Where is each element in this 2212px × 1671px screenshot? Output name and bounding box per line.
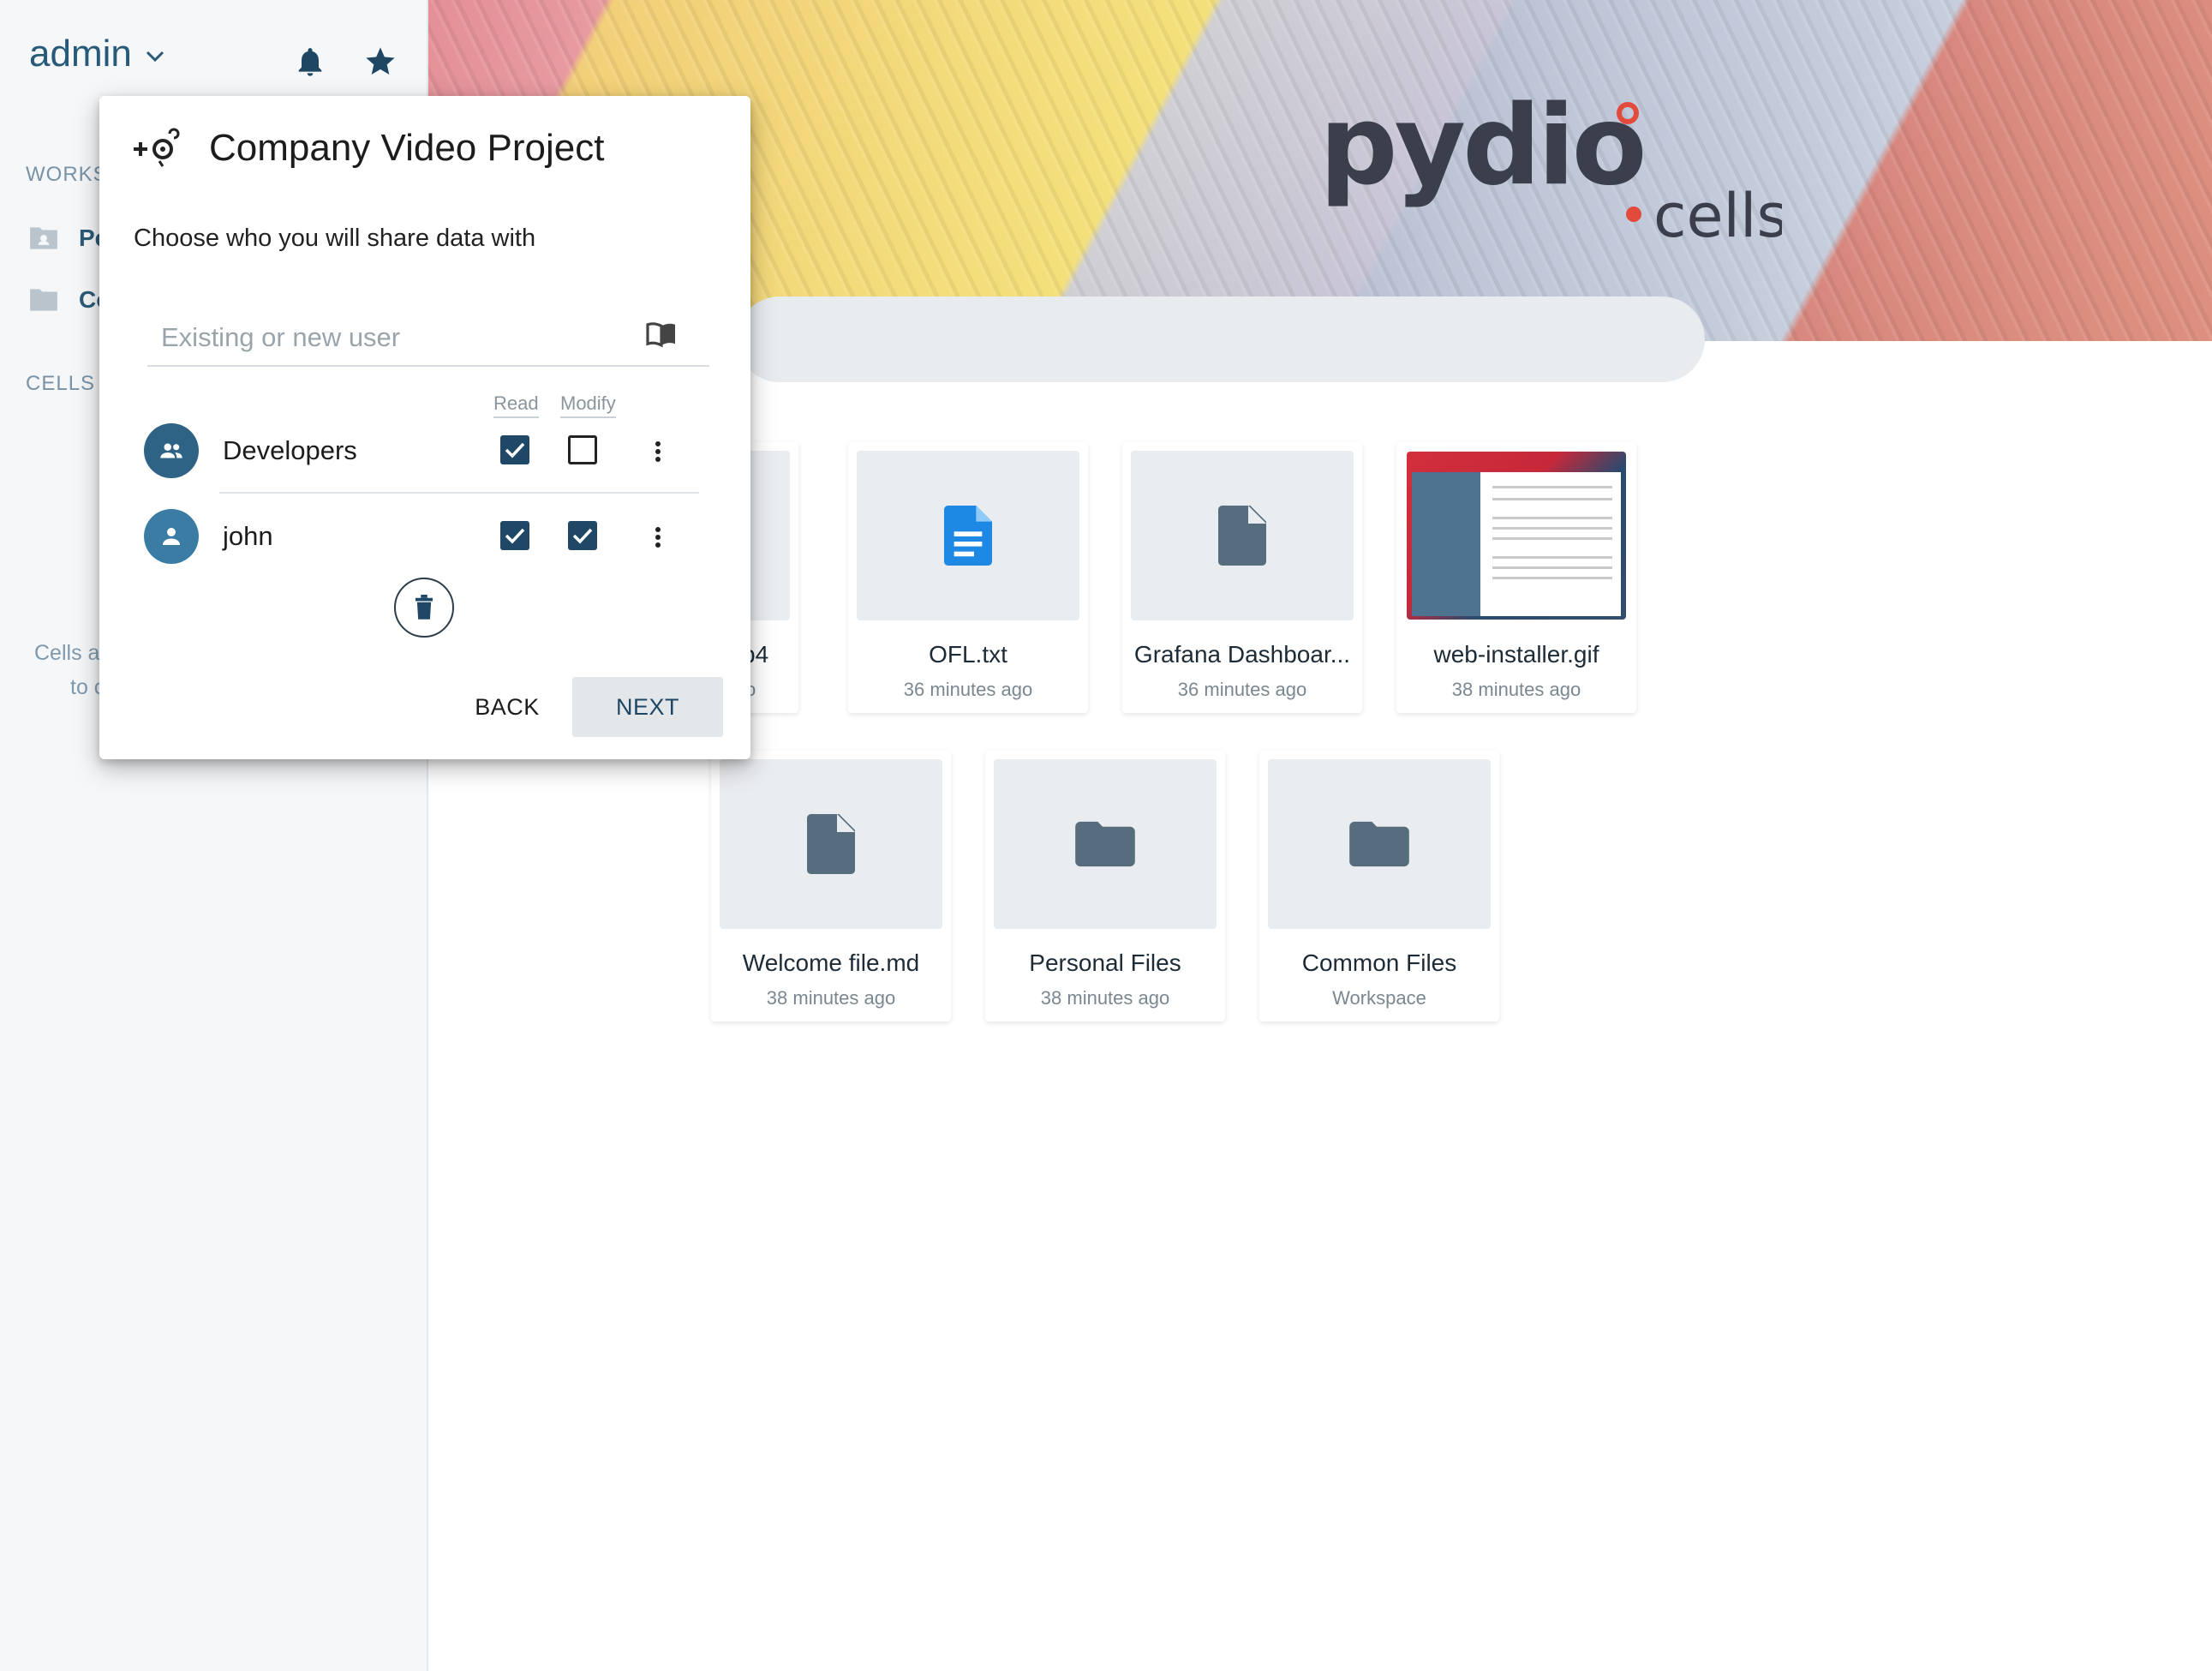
logo-sub-text: cells (1653, 181, 1782, 251)
file-meta: 38 minutes ago (1451, 679, 1581, 700)
check-icon (505, 442, 525, 458)
file-meta: 38 minutes ago (766, 987, 896, 1009)
file-icon (1218, 506, 1266, 566)
file-card[interactable]: Personal Files 38 minutes ago (985, 751, 1225, 1021)
file-name: Personal Files (1029, 949, 1181, 976)
cells-heading: CELLS (26, 372, 96, 395)
file-name: Common Files (1301, 949, 1457, 976)
cells-empty-note: Cells a to c (34, 636, 105, 704)
row-divider (219, 492, 699, 494)
file-card[interactable]: web-installer.gif 38 minutes ago (1396, 442, 1636, 713)
dialog-title: Company Video Project (209, 127, 605, 169)
file-card[interactable]: Grafana Dashboar... 36 minutes ago (1122, 442, 1362, 713)
share-dialog: Company Video Project Choose who you wil… (99, 96, 750, 759)
user-search-input[interactable] (147, 314, 709, 367)
file-name: OFL.txt (929, 641, 1007, 668)
workspaces-heading: WORKS (26, 163, 108, 186)
file-meta: 36 minutes ago (1177, 679, 1307, 700)
back-button[interactable]: BACK (439, 677, 576, 737)
text-document-icon (944, 506, 992, 566)
file-thumbnail (1268, 759, 1491, 929)
modify-column-header: Modify (560, 392, 616, 418)
john-read-checkbox[interactable] (500, 521, 529, 550)
sidebar-item-personal[interactable]: Pe (27, 225, 108, 252)
note-line: Cells a (34, 641, 100, 665)
user-menu[interactable]: admin (29, 33, 164, 75)
file-thumbnail (994, 759, 1217, 929)
group-avatar (144, 423, 199, 478)
file-thumbnail (857, 451, 1079, 620)
file-name: Welcome file.md (742, 949, 920, 976)
trash-icon (415, 595, 433, 620)
check-icon (572, 528, 593, 544)
folder-icon (1075, 821, 1135, 867)
address-book-icon[interactable] (644, 320, 679, 348)
user-name: admin (29, 33, 132, 75)
file-meta: 36 minutes ago (903, 679, 1033, 700)
file-name: Grafana Dashboar... (1133, 641, 1351, 668)
group-icon (160, 443, 182, 458)
john-modify-checkbox[interactable] (568, 521, 597, 550)
pydio-cells-logo: pydio cells (1319, 93, 1782, 251)
more-vert-icon[interactable] (653, 523, 663, 552)
folder-icon (30, 289, 57, 311)
folder-icon (1349, 821, 1409, 867)
person-icon (163, 528, 180, 545)
file-meta: 38 minutes ago (1040, 987, 1170, 1009)
share-row-name: Developers (223, 435, 357, 465)
dialog-subtitle: Choose who you will share data with (134, 225, 536, 252)
share-row-name: john (223, 521, 273, 551)
file-meta: o (745, 679, 756, 700)
file-name: web-installer.gif (1433, 641, 1599, 668)
file-card[interactable]: OFL.txt 36 minutes ago (848, 442, 1088, 713)
search-bar[interactable] (737, 296, 1705, 382)
image-thumbnail (1407, 452, 1626, 620)
note-line: to c (70, 675, 105, 699)
developers-read-checkbox[interactable] (500, 435, 529, 464)
file-card[interactable]: Welcome file.md 38 minutes ago (711, 751, 951, 1021)
next-button[interactable]: NEXT (572, 677, 723, 737)
user-avatar (144, 509, 199, 564)
star-icon[interactable] (363, 45, 398, 79)
file-thumbnail (1131, 451, 1354, 620)
add-cell-icon (134, 128, 180, 167)
remove-all-button[interactable] (394, 578, 454, 638)
sidebar-item-common[interactable]: Co (27, 286, 111, 314)
file-meta: Workspace (1332, 987, 1426, 1009)
file-thumbnail (1405, 451, 1628, 620)
personal-folder-icon (30, 227, 57, 249)
more-vert-icon[interactable] (653, 437, 663, 466)
logo-main-text: pydio (1319, 93, 1644, 210)
file-thumbnail (720, 759, 942, 929)
chevron-down-icon (146, 51, 164, 63)
bell-icon[interactable] (293, 45, 327, 79)
check-icon (505, 528, 525, 544)
file-card[interactable]: Common Files Workspace (1259, 751, 1499, 1021)
developers-modify-checkbox[interactable] (568, 435, 597, 464)
file-icon (807, 814, 855, 874)
read-column-header: Read (493, 392, 539, 418)
